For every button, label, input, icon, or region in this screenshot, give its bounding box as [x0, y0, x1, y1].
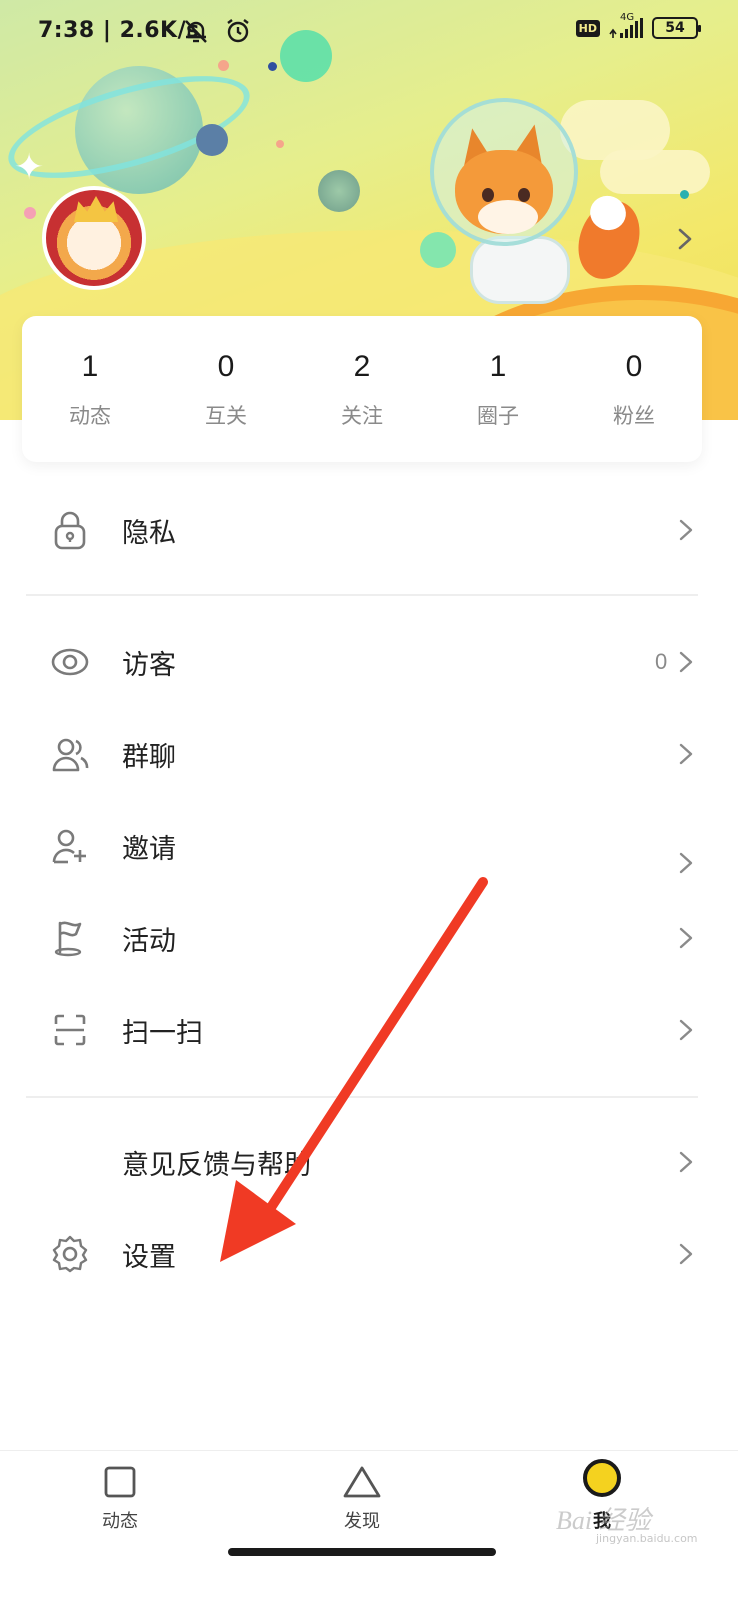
profile-circle-icon — [583, 1459, 621, 1497]
nav-tab-discover[interactable]: 发现 — [302, 1465, 422, 1533]
square-icon — [104, 1466, 136, 1498]
nav-label: 动态 — [102, 1511, 138, 1532]
triangle-icon — [343, 1466, 381, 1498]
watermark-url: jingyan.baidu.com — [596, 1532, 698, 1545]
annotation-arrow — [220, 877, 488, 1262]
nav-label: 发现 — [344, 1511, 380, 1532]
home-indicator[interactable] — [228, 1548, 496, 1556]
nav-tab-posts[interactable]: 动态 — [60, 1465, 180, 1533]
